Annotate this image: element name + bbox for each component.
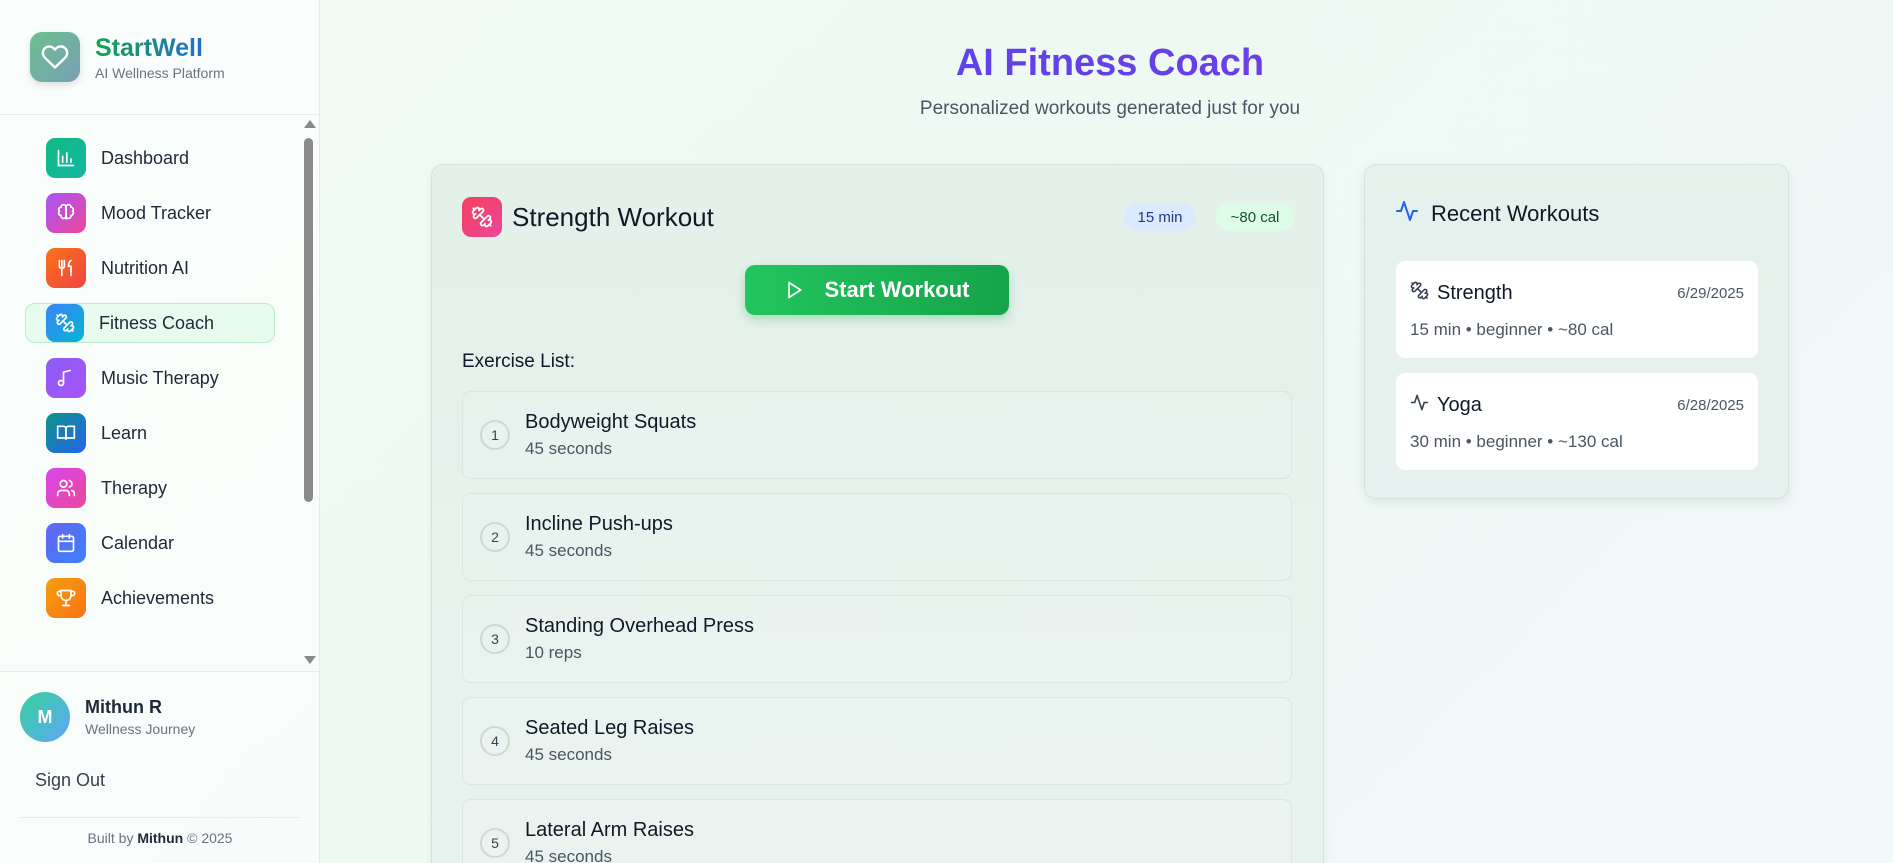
bar-chart-icon <box>46 138 86 178</box>
page-subtitle: Personalized workouts generated just for… <box>919 98 1301 119</box>
exercise-detail: 45 seconds <box>525 847 612 863</box>
start-workout-label: Start Workout <box>824 277 970 302</box>
sign-out-button[interactable]: Sign Out <box>35 770 105 791</box>
sidebar-item-label: Music Therapy <box>101 367 219 388</box>
workout-title: Strength Workout <box>512 201 714 232</box>
trophy-icon <box>46 578 86 618</box>
exercise-name: Standing Overhead Press <box>525 615 755 637</box>
list-item[interactable]: 3 Standing Overhead Press 10 reps <box>462 595 1292 683</box>
sidebar-item-calendar[interactable]: Calendar <box>25 523 275 563</box>
user-subtitle: Wellness Journey <box>85 721 196 737</box>
footer-author: Mithun <box>137 830 184 846</box>
exercise-detail: 10 reps <box>525 643 582 662</box>
exercise-number: 4 <box>480 726 510 756</box>
brain-icon <box>46 193 86 233</box>
divider <box>0 114 320 115</box>
recent-workouts-card: Recent Workouts Strength 6/29/2025 15 mi… <box>1364 164 1789 499</box>
brand[interactable]: StartWell AI Wellness Platform <box>30 32 225 82</box>
dumbbell-icon <box>46 304 84 342</box>
sidebar-item-nutrition-ai[interactable]: Nutrition AI <box>25 248 275 288</box>
page-title: AI Fitness Coach <box>320 40 1893 86</box>
sidebar-item-label: Nutrition AI <box>101 257 190 278</box>
avatar: M <box>20 692 70 742</box>
dumbbell-icon <box>462 197 502 237</box>
sidebar-item-label: Dashboard <box>101 147 190 168</box>
sidebar-scrollbar[interactable] <box>302 118 316 668</box>
recent-workout-name: Yoga <box>1437 393 1482 416</box>
exercise-detail: 45 seconds <box>525 541 612 560</box>
heart-icon <box>30 32 80 82</box>
music-note-icon <box>46 358 86 398</box>
play-icon <box>784 280 804 300</box>
exercise-name: Seated Leg Raises <box>525 717 695 739</box>
sidebar-item-label: Mood Tracker <box>101 202 212 223</box>
workout-card: Strength Workout 15 min ~80 cal Start Wo… <box>431 164 1324 863</box>
exercise-list: 1 Bodyweight Squats 45 seconds 2 Incline… <box>462 391 1292 863</box>
utensils-icon <box>46 248 86 288</box>
sidebar-item-label: Achievements <box>101 587 215 608</box>
recent-workout-meta: 15 min • beginner • ~80 cal <box>1410 320 1614 339</box>
footer-suffix: © 2025 <box>187 830 233 846</box>
sidebar-item-music-therapy[interactable]: Music Therapy <box>25 358 275 398</box>
exercise-number: 3 <box>480 624 510 654</box>
recent-workout-item[interactable]: Strength 6/29/2025 15 min • beginner • ~… <box>1396 261 1758 358</box>
duration-badge: 15 min <box>1124 203 1196 231</box>
divider <box>0 671 320 672</box>
dumbbell-icon <box>1410 281 1429 305</box>
recent-workout-date: 6/29/2025 <box>1677 285 1744 302</box>
recent-workout-meta: 30 min • beginner • ~130 cal <box>1410 432 1623 451</box>
list-item[interactable]: 4 Seated Leg Raises 45 seconds <box>462 697 1292 785</box>
recent-workout-date: 6/28/2025 <box>1677 397 1744 414</box>
scroll-down-arrow-icon[interactable] <box>304 656 316 664</box>
start-workout-button[interactable]: Start Workout <box>745 265 1009 315</box>
sidebar-item-mood-tracker[interactable]: Mood Tracker <box>25 193 275 233</box>
activity-icon <box>1410 393 1429 417</box>
recent-workout-name: Strength <box>1437 281 1513 304</box>
sidebar-item-label: Fitness Coach <box>99 312 215 333</box>
exercise-number: 5 <box>480 828 510 858</box>
footer: Built by Mithun © 2025 <box>0 830 320 846</box>
list-item[interactable]: 5 Lateral Arm Raises 45 seconds <box>462 799 1292 863</box>
exercise-detail: 45 seconds <box>525 745 612 764</box>
list-item[interactable]: 2 Incline Push-ups 45 seconds <box>462 493 1292 581</box>
sidebar-item-dashboard[interactable]: Dashboard <box>25 138 275 178</box>
sidebar: StartWell AI Wellness Platform Dashboard… <box>0 0 320 863</box>
brand-name: StartWell <box>95 33 225 63</box>
sidebar-item-label: Therapy <box>101 477 168 498</box>
exercise-name: Bodyweight Squats <box>525 411 697 433</box>
scrollbar-thumb[interactable] <box>304 138 313 502</box>
calendar-icon <box>46 523 86 563</box>
exercise-name: Incline Push-ups <box>525 513 673 535</box>
exercise-list-heading: Exercise List: <box>462 351 575 372</box>
exercise-number: 1 <box>480 420 510 450</box>
exercise-number: 2 <box>480 522 510 552</box>
sidebar-nav: Dashboard Mood Tracker Nutrition AI Fitn… <box>25 138 275 633</box>
sidebar-item-learn[interactable]: Learn <box>25 413 275 453</box>
exercise-detail: 45 seconds <box>525 439 612 458</box>
scroll-up-arrow-icon[interactable] <box>304 120 316 128</box>
users-icon <box>46 468 86 508</box>
exercise-name: Lateral Arm Raises <box>525 819 694 841</box>
calories-badge: ~80 cal <box>1216 203 1294 231</box>
user-name: Mithun R <box>85 697 162 717</box>
book-icon <box>46 413 86 453</box>
user-profile[interactable]: M Mithun R Wellness Journey <box>20 692 195 742</box>
footer-prefix: Built by <box>87 830 134 846</box>
list-item[interactable]: 1 Bodyweight Squats 45 seconds <box>462 391 1292 479</box>
sidebar-item-fitness-coach[interactable]: Fitness Coach <box>25 303 275 343</box>
sidebar-item-therapy[interactable]: Therapy <box>25 468 275 508</box>
recent-workout-item[interactable]: Yoga 6/28/2025 30 min • beginner • ~130 … <box>1396 373 1758 470</box>
sidebar-item-label: Learn <box>101 422 148 443</box>
divider <box>20 817 300 818</box>
brand-subtitle: AI Wellness Platform <box>95 65 225 81</box>
recent-workouts-title: Recent Workouts <box>1431 200 1600 226</box>
sidebar-item-achievements[interactable]: Achievements <box>25 578 275 618</box>
activity-icon <box>1395 199 1419 228</box>
sidebar-item-label: Calendar <box>101 532 175 553</box>
